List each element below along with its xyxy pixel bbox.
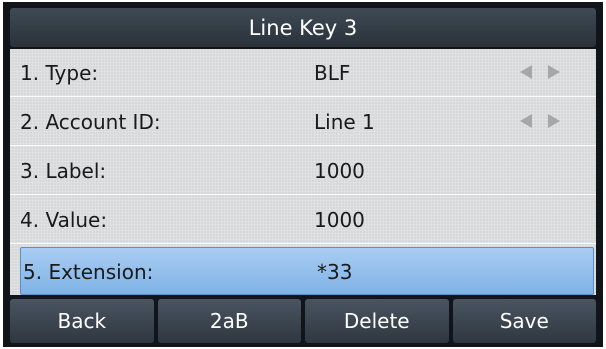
setting-row-value[interactable]: 4. Value: 1000 <box>10 196 596 244</box>
setting-row-type[interactable]: 1. Type: BLF <box>10 49 596 97</box>
save-button[interactable]: Save <box>452 299 596 343</box>
input-mode-button[interactable]: 2aB <box>157 299 301 343</box>
arrow-left-icon[interactable] <box>520 114 532 128</box>
arrow-right-icon[interactable] <box>548 65 560 79</box>
phone-screen: Line Key 3 1. Type: BLF 2. Account ID: L… <box>3 2 603 347</box>
settings-list: 1. Type: BLF 2. Account ID: Line 1 3. La… <box>10 49 596 295</box>
back-button[interactable]: Back <box>10 299 154 343</box>
setting-value: 1000 <box>314 159 365 183</box>
setting-label: 3. Label: <box>20 159 107 183</box>
setting-label: 4. Value: <box>20 208 108 232</box>
setting-value: BLF <box>314 61 351 85</box>
arrow-left-icon[interactable] <box>520 65 532 79</box>
setting-row-account-id[interactable]: 2. Account ID: Line 1 <box>10 98 596 146</box>
option-arrows <box>520 65 560 79</box>
delete-button[interactable]: Delete <box>305 299 449 343</box>
arrow-right-icon[interactable] <box>548 114 560 128</box>
setting-label: 5. Extension: <box>23 260 154 284</box>
setting-value: *33 <box>317 260 353 284</box>
setting-label: 1. Type: <box>20 61 99 85</box>
softkey-bar: Back 2aB Delete Save <box>10 299 596 343</box>
setting-value: Line 1 <box>314 110 375 134</box>
screen-title-text: Line Key 3 <box>248 15 358 40</box>
screen-title: Line Key 3 <box>10 8 596 47</box>
setting-row-extension[interactable]: 5. Extension: *33 <box>20 247 594 295</box>
setting-row-label[interactable]: 3. Label: 1000 <box>10 147 596 195</box>
setting-value: 1000 <box>314 208 365 232</box>
option-arrows <box>520 114 560 128</box>
setting-label: 2. Account ID: <box>20 110 161 134</box>
